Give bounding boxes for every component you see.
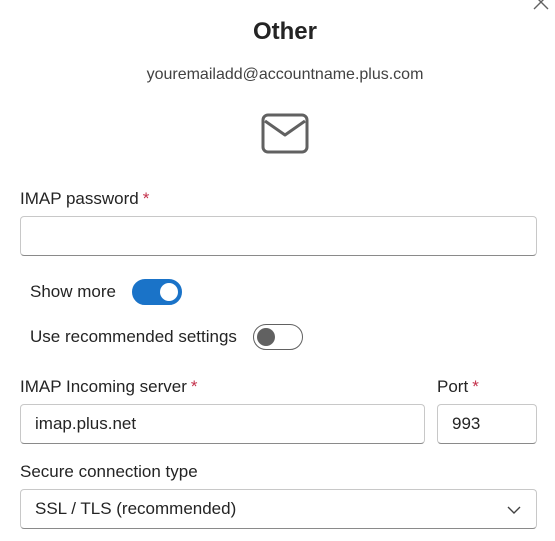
- close-icon: [533, 0, 549, 10]
- secure-connection-label: Secure connection type: [20, 462, 198, 481]
- toggle-knob: [256, 328, 275, 346]
- password-label-text: IMAP password: [20, 189, 139, 208]
- close-button[interactable]: [529, 0, 553, 14]
- incoming-server-label-text: IMAP Incoming server: [20, 377, 187, 396]
- secure-connection-select[interactable]: SSL / TLS (recommended): [20, 489, 537, 529]
- required-marker: *: [472, 377, 479, 396]
- recommended-settings-label: Use recommended settings: [30, 327, 237, 346]
- recommended-settings-row: Use recommended settings: [30, 324, 303, 350]
- port-label-text: Port: [437, 377, 469, 396]
- chevron-down-icon: [507, 506, 521, 514]
- toggle-knob: [159, 283, 178, 301]
- account-email: youremailadd@accountname.plus.com: [146, 66, 424, 83]
- show-more-toggle[interactable]: [131, 279, 182, 305]
- dialog-title: Other: [252, 18, 317, 45]
- show-more-row: Show more: [30, 279, 182, 305]
- password-label: IMAP password *: [20, 189, 149, 209]
- port-input[interactable]: 993: [437, 404, 537, 444]
- incoming-server-label: IMAP Incoming server *: [20, 377, 198, 397]
- port-label: Port *: [437, 377, 479, 397]
- show-more-label: Show more: [30, 282, 116, 301]
- secure-connection-value: SSL / TLS (recommended): [35, 499, 237, 518]
- add-account-dialog: Other youremailadd@accountname.plus.com …: [0, 0, 555, 541]
- mail-icon: [261, 113, 309, 154]
- required-marker: *: [190, 377, 198, 396]
- incoming-server-input[interactable]: imap.plus.net: [20, 404, 425, 444]
- password-input[interactable]: [20, 216, 537, 256]
- required-marker: *: [142, 189, 150, 208]
- recommended-settings-toggle[interactable]: [252, 324, 303, 350]
